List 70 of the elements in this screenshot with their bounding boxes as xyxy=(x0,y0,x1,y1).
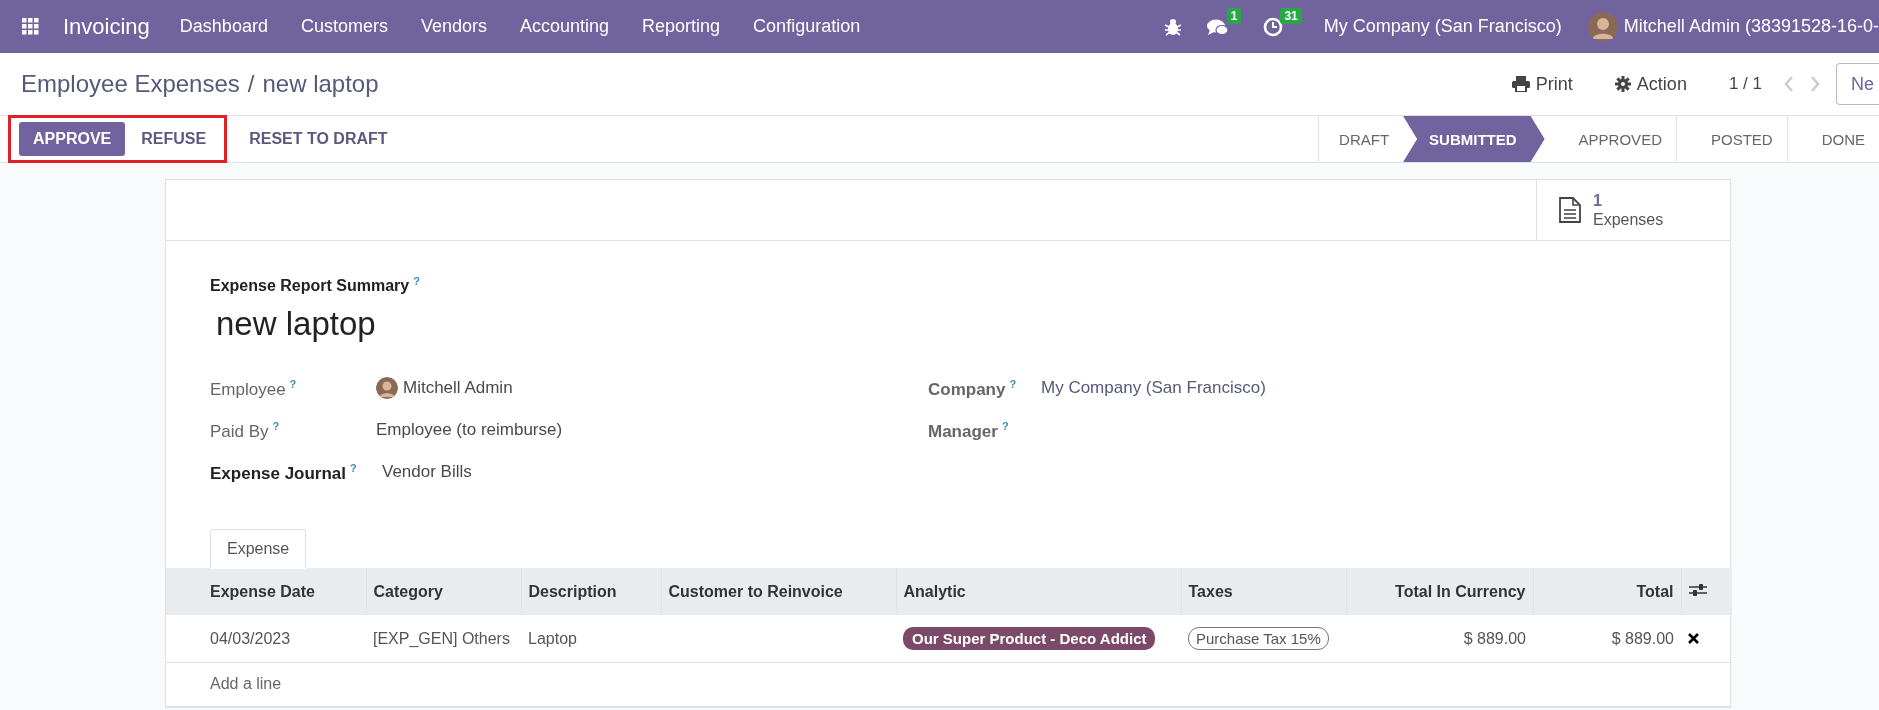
analytic-tag: Our Super Product - Deco Addict xyxy=(903,626,1156,650)
amount-cell: $ 889.00 xyxy=(1611,629,1674,647)
table-cell: Laptop xyxy=(528,629,577,647)
menu-item[interactable]: Accounting xyxy=(520,16,610,37)
breadcrumb-current: new laptop xyxy=(262,70,379,98)
field-value[interactable]: Mitchell Admin xyxy=(403,378,513,399)
help-tooltip[interactable]: ? xyxy=(350,461,357,474)
approve-button[interactable]: APPROVE xyxy=(19,122,126,156)
breadcrumb-link[interactable]: Employee Expenses xyxy=(21,70,240,98)
close-icon xyxy=(1688,633,1699,645)
title-field[interactable]: new laptop xyxy=(216,305,1686,344)
expenses-smart-button[interactable]: 1 Expenses xyxy=(1536,180,1730,240)
tax-tag: Purchase Tax 15% xyxy=(1188,626,1329,650)
column-header[interactable]: Customer to Reinvoice xyxy=(661,568,896,616)
company-switcher[interactable]: My Company (San Francisco) xyxy=(1323,16,1562,37)
field-label: Expense Report Summary xyxy=(210,277,410,295)
action-button[interactable]: REFUSE xyxy=(131,122,217,156)
pager-value: 1 / 1 xyxy=(1728,74,1762,94)
action-button[interactable]: RESET TO DRAFT xyxy=(239,122,398,156)
help-tooltip[interactable]: ? xyxy=(1009,377,1017,390)
avatar-icon xyxy=(1587,11,1618,42)
counter-badge: 31 xyxy=(1280,7,1302,24)
add-line-link[interactable]: Add a line xyxy=(210,675,282,693)
notebook-tab[interactable]: Expense xyxy=(210,529,307,570)
avatar-icon xyxy=(376,377,398,400)
column-header[interactable]: Total In Currency xyxy=(1346,568,1533,616)
bug-icon xyxy=(1163,17,1182,36)
help-tooltip[interactable]: ? xyxy=(1001,419,1009,432)
column-header[interactable]: Expense Date xyxy=(166,568,366,616)
gear-icon xyxy=(1614,76,1631,92)
field-label: Expense Journal xyxy=(210,463,347,483)
chevron-right-icon xyxy=(1810,76,1820,92)
counter-badge: 1 xyxy=(1226,7,1242,24)
sliders-icon xyxy=(1688,581,1707,598)
column-header[interactable]: Analytic xyxy=(896,568,1181,616)
field-value[interactable]: My Company (San Francisco) xyxy=(1041,378,1266,399)
menu-item[interactable]: Vendors xyxy=(420,16,487,37)
grid-icon xyxy=(22,18,39,35)
help-tooltip[interactable]: ? xyxy=(289,377,297,390)
user-menu[interactable]: Mitchell Admin (38391528-16-0- xyxy=(1587,11,1879,42)
help-tooltip[interactable]: ? xyxy=(272,419,280,432)
status-step[interactable]: SUBMITTED xyxy=(1403,116,1545,162)
column-header[interactable]: Taxes xyxy=(1181,568,1346,616)
delete-row-button[interactable] xyxy=(1688,633,1699,645)
new-button[interactable]: Ne xyxy=(1836,63,1879,105)
field-label: Employee xyxy=(210,379,286,399)
menu-item[interactable]: Customers xyxy=(300,16,388,37)
table-cell: [EXP_GEN] Others xyxy=(373,629,510,647)
breadcrumb-separator: / xyxy=(247,70,255,98)
column-header[interactable]: Category xyxy=(366,568,521,616)
help-tooltip[interactable]: ? xyxy=(413,275,420,287)
field-value[interactable]: Vendor Bills xyxy=(382,462,472,483)
amount-cell: $ 889.00 xyxy=(1463,629,1526,647)
menu-item[interactable]: Configuration xyxy=(753,16,861,37)
column-header[interactable]: Total xyxy=(1533,568,1681,616)
field-label: Company xyxy=(928,379,1006,399)
clock-icon xyxy=(1263,16,1284,37)
action-button[interactable]: Action xyxy=(1614,73,1687,95)
menu-item[interactable]: Reporting xyxy=(642,16,721,37)
printer-icon xyxy=(1511,76,1530,92)
menu-item[interactable]: Dashboard xyxy=(179,16,268,37)
field-value[interactable]: Employee (to reimburse) xyxy=(376,420,563,441)
print-button[interactable]: Print xyxy=(1511,73,1573,95)
field-label: Paid By xyxy=(210,421,269,441)
field-label: Manager xyxy=(928,421,998,441)
app-name[interactable]: Invoicing xyxy=(63,13,150,40)
document-icon xyxy=(1559,197,1581,223)
table-cell: 04/03/2023 xyxy=(210,629,291,647)
column-header[interactable]: Description xyxy=(521,568,661,616)
chevron-left-icon xyxy=(1784,76,1794,92)
